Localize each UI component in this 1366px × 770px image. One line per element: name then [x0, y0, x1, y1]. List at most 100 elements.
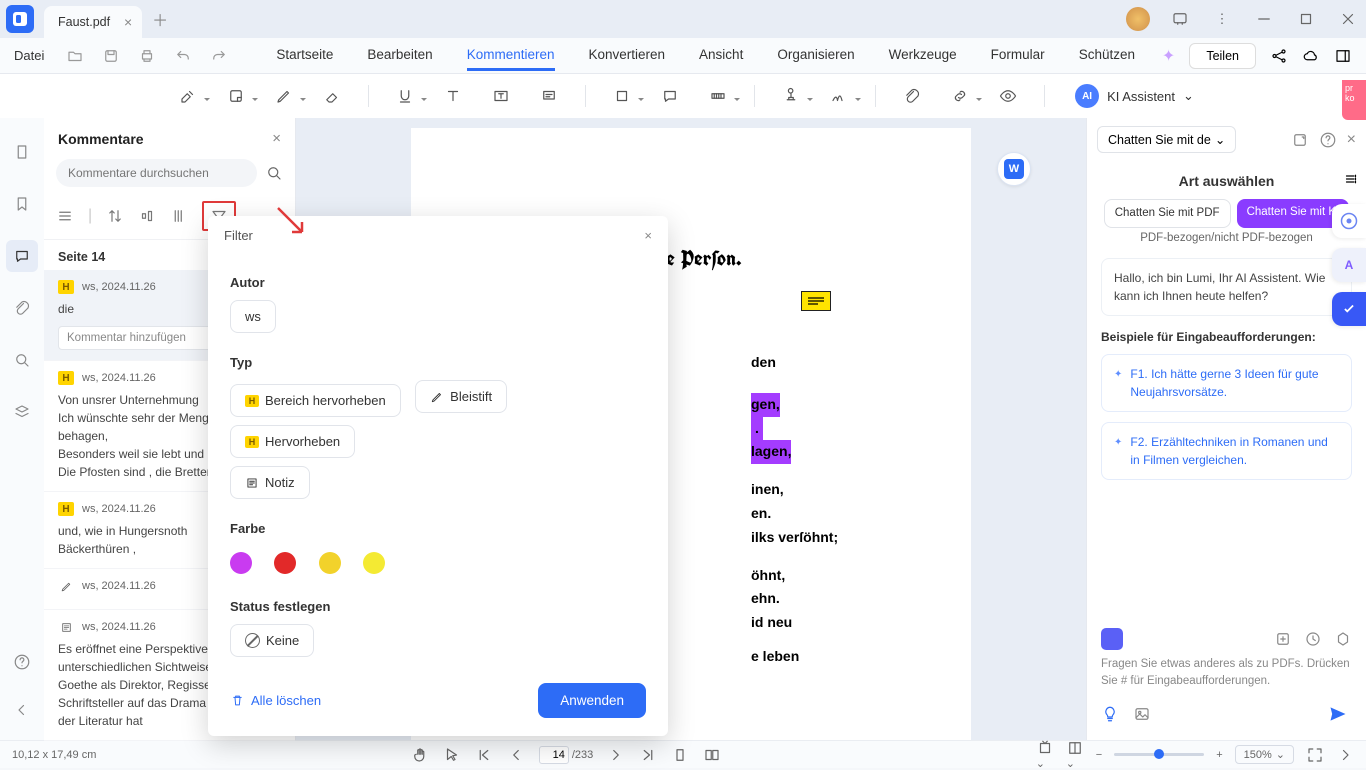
menu-form[interactable]: Formular	[991, 41, 1045, 71]
share-node-icon[interactable]	[1270, 47, 1288, 65]
file-menu[interactable]: Datei	[14, 48, 44, 63]
next-page-icon[interactable]	[607, 746, 625, 764]
add-tab-button[interactable]: ＋	[152, 7, 168, 31]
message-icon[interactable]	[1168, 7, 1192, 31]
ai-attach-icon[interactable]	[1274, 630, 1292, 648]
ai-idea-icon[interactable]	[1101, 705, 1119, 723]
textbox-tool[interactable]	[485, 80, 517, 112]
measure-tool[interactable]	[702, 80, 734, 112]
print-icon[interactable]	[134, 43, 160, 69]
zoom-slider[interactable]	[1114, 753, 1204, 756]
ai-example-2[interactable]: ✦F2. Erzähltechniken in Romanen und in F…	[1101, 422, 1352, 480]
ai-bubble-2[interactable]: A	[1332, 248, 1366, 282]
menu-protect[interactable]: Schützen	[1079, 41, 1135, 71]
menu-edit[interactable]: Bearbeiten	[367, 41, 432, 71]
single-page-icon[interactable]	[671, 746, 689, 764]
close-window-icon[interactable]	[1336, 7, 1360, 31]
ai-new-icon[interactable]	[1291, 131, 1309, 149]
promo-badge[interactable]: prko	[1342, 80, 1366, 120]
ai-help-icon[interactable]	[1319, 131, 1337, 149]
pencil-tool[interactable]	[268, 80, 300, 112]
eye-tool[interactable]	[992, 80, 1024, 112]
attach-tool[interactable]	[896, 80, 928, 112]
cloud-icon[interactable]	[1302, 47, 1320, 65]
rail-layers[interactable]	[6, 396, 38, 428]
close-icon[interactable]: ×	[124, 14, 132, 30]
doc-annotation-box[interactable]	[801, 291, 831, 311]
word-export-badge[interactable]: W	[997, 152, 1031, 186]
ai-assistant-button[interactable]: AI KI Assistent ⌄	[1075, 84, 1194, 108]
ai-example-1[interactable]: ✦F1. Ich hätte gerne 3 Ideen für gute Ne…	[1101, 354, 1352, 412]
ai-history-icon[interactable]	[1304, 630, 1322, 648]
send-icon[interactable]	[1324, 700, 1352, 728]
note-tool[interactable]	[220, 80, 252, 112]
ai-app-icon[interactable]	[1101, 628, 1123, 650]
filter-color-gold[interactable]	[319, 552, 341, 574]
filter-close-icon[interactable]: ×	[644, 228, 652, 243]
filter-type-note[interactable]: Notiz	[230, 466, 310, 499]
collapse-all-icon[interactable]	[138, 207, 156, 225]
eraser-tool[interactable]	[316, 80, 348, 112]
sort-icon[interactable]	[106, 207, 124, 225]
fullscreen-icon[interactable]	[1306, 746, 1324, 764]
ai-bubble[interactable]	[1332, 204, 1366, 238]
menu-view[interactable]: Ansicht	[699, 41, 743, 71]
lightbulb-icon[interactable]: ✦	[1162, 46, 1175, 66]
filter-color-yellow[interactable]	[363, 552, 385, 574]
minimize-icon[interactable]	[1252, 7, 1276, 31]
search-input[interactable]	[56, 159, 257, 187]
more-icon[interactable]: ⋮	[1210, 7, 1234, 31]
prev-page-icon[interactable]	[507, 746, 525, 764]
menu-home[interactable]: Startseite	[276, 41, 333, 71]
ai-dropdown[interactable]: Chatten Sie mit de⌄	[1097, 126, 1236, 153]
rail-thumbnails[interactable]	[6, 136, 38, 168]
ai-bubble-check[interactable]	[1332, 292, 1366, 326]
read-mode-icon[interactable]: ⌄	[1066, 739, 1084, 770]
ai-image-icon[interactable]	[1133, 705, 1151, 723]
filter-color-purple[interactable]	[230, 552, 252, 574]
document-tab[interactable]: Faust.pdf ×	[44, 6, 142, 38]
zoom-out-icon[interactable]: −	[1096, 749, 1102, 761]
link-tool[interactable]	[944, 80, 976, 112]
rail-help[interactable]	[6, 646, 38, 678]
shape-tool[interactable]	[606, 80, 638, 112]
settings-side-icon[interactable]	[1336, 164, 1366, 194]
search-icon[interactable]	[265, 164, 283, 182]
zoom-in-icon[interactable]: +	[1216, 749, 1222, 761]
ai-close-icon[interactable]: ×	[1347, 131, 1356, 149]
undo-icon[interactable]	[170, 43, 196, 69]
menu-organize[interactable]: Organisieren	[777, 41, 854, 71]
fit-width-icon[interactable]: ⌄	[1036, 739, 1054, 770]
redo-icon[interactable]	[206, 43, 232, 69]
avatar[interactable]	[1126, 7, 1150, 31]
first-page-icon[interactable]	[475, 746, 493, 764]
filter-clear-all[interactable]: Alle löschen	[230, 693, 321, 708]
text-tool[interactable]	[437, 80, 469, 112]
rail-attachments[interactable]	[6, 292, 38, 324]
zoom-value[interactable]: 150% ⌄	[1235, 745, 1294, 764]
highlighter-tool[interactable]	[172, 80, 204, 112]
hand-tool-icon[interactable]	[411, 746, 429, 764]
filter-type-highlight[interactable]: HHervorheben	[230, 425, 355, 458]
callout-tool[interactable]	[533, 80, 565, 112]
ai-settings-icon[interactable]	[1334, 630, 1352, 648]
maximize-icon[interactable]	[1294, 7, 1318, 31]
stamp-tool[interactable]	[775, 80, 807, 112]
filter-type-area-highlight[interactable]: HBereich hervorheben	[230, 384, 401, 417]
signature-tool[interactable]	[823, 80, 855, 112]
menu-tools[interactable]: Werkzeuge	[889, 41, 957, 71]
rail-bookmarks[interactable]	[6, 188, 38, 220]
select-tool-icon[interactable]	[443, 746, 461, 764]
two-page-icon[interactable]	[703, 746, 721, 764]
rail-collapse[interactable]	[6, 694, 38, 726]
filter-status-none[interactable]: Keine	[230, 624, 314, 657]
filter-author-chip[interactable]: ws	[230, 300, 276, 333]
panel-icon[interactable]	[1334, 47, 1352, 65]
last-page-icon[interactable]	[639, 746, 657, 764]
close-panel-icon[interactable]: ×	[272, 130, 281, 147]
list-view-icon[interactable]	[56, 207, 74, 225]
expand-right-icon[interactable]	[1336, 746, 1354, 764]
filter-apply-button[interactable]: Anwenden	[538, 683, 646, 718]
share-button[interactable]: Teilen	[1189, 43, 1256, 69]
rail-search[interactable]	[6, 344, 38, 376]
